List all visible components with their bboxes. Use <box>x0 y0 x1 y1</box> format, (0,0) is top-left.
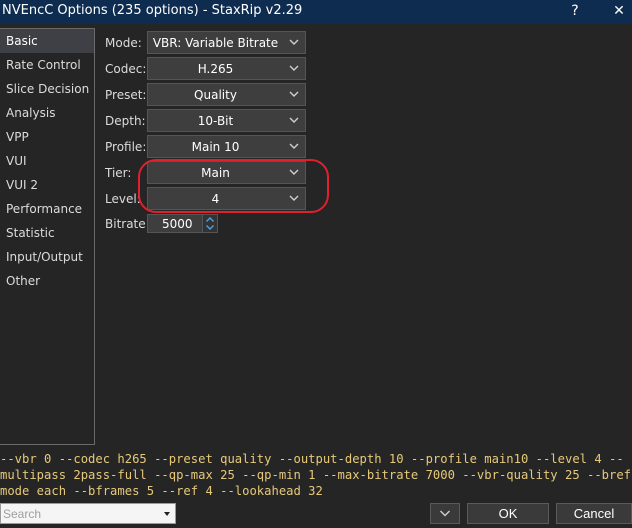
profile-value: Main 10 <box>191 140 240 154</box>
chevron-down-icon <box>289 117 299 123</box>
chevron-down-icon <box>289 195 299 201</box>
help-button[interactable]: ? <box>552 0 598 24</box>
command-line-text: multipass 2pass-full --qp-max 25 --qp-mi… <box>0 468 632 482</box>
profile-label: Profile: <box>105 140 147 154</box>
ok-button[interactable]: OK <box>467 503 549 524</box>
search-dropdown-button[interactable] <box>159 504 175 523</box>
chevron-down-icon <box>289 169 299 175</box>
codec-label: Codec: <box>105 62 147 76</box>
depth-value: 10-Bit <box>197 114 234 128</box>
preset-value: Quality <box>194 88 237 102</box>
sidebar-item-statistic[interactable]: Statistic <box>0 221 94 245</box>
depth-dropdown[interactable]: 10-Bit <box>147 109 306 132</box>
level-dropdown[interactable]: 4 <box>147 187 306 210</box>
chevron-down-icon <box>289 65 299 71</box>
window-title: NVEncC Options (235 options) - StaxRip v… <box>2 3 303 18</box>
sidebar-item-slice-decision[interactable]: Slice Decision <box>0 77 94 101</box>
tier-dropdown[interactable]: Main <box>147 161 306 184</box>
chevron-down-icon <box>289 91 299 97</box>
tier-value: Main <box>201 166 230 180</box>
level-value: 4 <box>211 192 220 206</box>
depth-label: Depth: <box>105 114 146 128</box>
bitrate-stepper-arrows[interactable] <box>202 215 217 232</box>
cancel-button[interactable]: Cancel <box>556 503 632 524</box>
dropdown-arrow-icon <box>164 512 170 516</box>
sidebar-item-vui[interactable]: VUI <box>0 149 94 173</box>
mode-dropdown[interactable]: VBR: Variable Bitrate <box>147 31 306 54</box>
level-label: Level: <box>105 192 141 206</box>
bitrate-label: Bitrate: <box>105 217 150 231</box>
mode-value: VBR: Variable Bitrate <box>152 36 279 50</box>
title-bar: NVEncC Options (235 options) - StaxRip v… <box>0 0 632 24</box>
bitrate-value: 5000 <box>162 217 193 231</box>
sidebar-item-vpp[interactable]: VPP <box>0 125 94 149</box>
options-form: Mode: VBR: Variable Bitrate Codec: H.265… <box>95 28 632 445</box>
sidebar-item-basic[interactable]: Basic <box>0 29 94 53</box>
sidebar-item-input-output[interactable]: Input/Output <box>0 245 94 269</box>
sidebar-item-rate-control[interactable]: Rate Control <box>0 53 94 77</box>
chevron-down-icon <box>440 510 450 517</box>
up-down-arrows-icon <box>206 217 214 230</box>
search-box[interactable] <box>0 503 176 524</box>
preset-dropdown[interactable]: Quality <box>147 83 306 106</box>
command-line-text: mode each --bframes 5 --ref 4 --lookahea… <box>0 484 323 498</box>
mode-label: Mode: <box>105 36 142 50</box>
category-list: Basic Rate Control Slice Decision Analys… <box>0 28 95 445</box>
profile-dropdown[interactable]: Main 10 <box>147 135 306 158</box>
tier-label: Tier: <box>105 166 132 180</box>
preset-label: Preset: <box>105 88 147 102</box>
command-line-text: --vbr 0 --codec h265 --preset quality --… <box>0 452 624 466</box>
sidebar-item-performance[interactable]: Performance <box>0 197 94 221</box>
sidebar-item-vui-2[interactable]: VUI 2 <box>0 173 94 197</box>
codec-value: H.265 <box>197 62 234 76</box>
chevron-down-icon <box>289 143 299 149</box>
sidebar-item-other[interactable]: Other <box>0 269 94 293</box>
bitrate-stepper[interactable]: 5000 <box>147 214 218 233</box>
command-line-preview: --vbr 0 --codec h265 --preset quality --… <box>0 451 632 501</box>
close-button[interactable]: ✕ <box>596 0 632 24</box>
codec-dropdown[interactable]: H.265 <box>147 57 306 80</box>
bottom-bar: OK Cancel <box>0 503 632 524</box>
menu-dropdown-button[interactable] <box>430 503 460 524</box>
search-input[interactable] <box>1 504 161 523</box>
sidebar-item-analysis[interactable]: Analysis <box>0 101 94 125</box>
chevron-down-icon <box>289 39 299 45</box>
